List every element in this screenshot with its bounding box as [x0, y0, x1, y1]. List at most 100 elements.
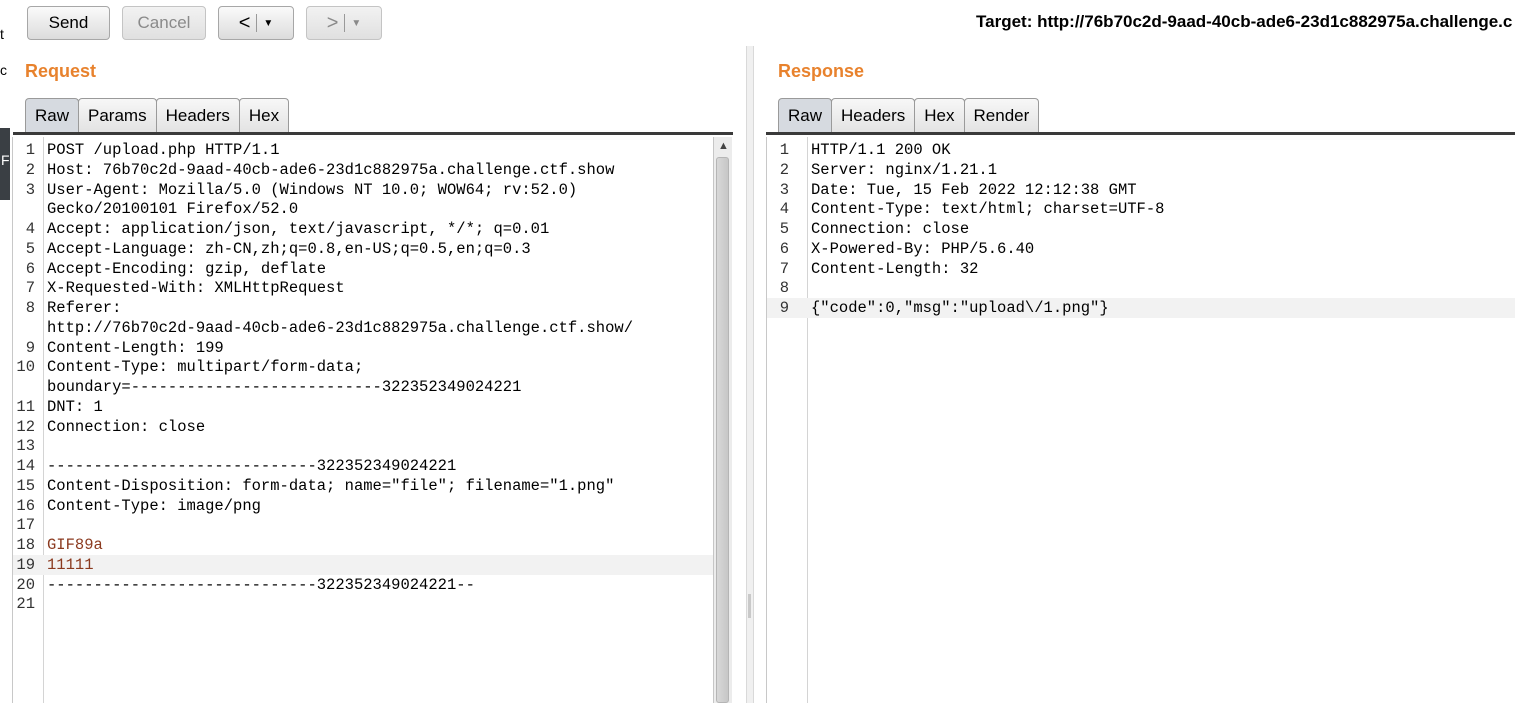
tab-label: Hex — [248, 105, 280, 125]
editor-line: 1 POST /upload.php HTTP/1.1 — [13, 140, 714, 160]
line-number: 6 — [25, 259, 35, 278]
line-number: 3 — [779, 180, 789, 199]
line-text: -----------------------------32235234902… — [47, 457, 457, 475]
request-pane-title: Request — [25, 61, 97, 81]
edge-char: t — [0, 26, 4, 42]
line-number: 6 — [779, 239, 789, 258]
editor-line: 7 Content-Length: 32 — [767, 259, 1515, 279]
line-text: Accept-Encoding: gzip, deflate — [47, 259, 327, 278]
line-text: http://76b70c2d-9aad-40cb-ade6-23d1c8829… — [47, 318, 633, 337]
window-edge: t c F — [0, 0, 10, 703]
tab-label: Raw — [788, 105, 823, 125]
cancel-button[interactable]: Cancel — [122, 6, 206, 40]
response-pane-title: Response — [778, 61, 865, 81]
line-text: Server: nginx/1.21.1 — [811, 160, 998, 179]
editor-line: 13 — [13, 436, 714, 456]
editor-line: 4 Accept: application/json, text/javascri… — [13, 219, 714, 239]
editor-line: 6 Accept-Encoding: gzip, deflate — [13, 259, 714, 279]
request-tab-params[interactable]: Params — [78, 98, 157, 132]
request-editor[interactable]: 1 POST /upload.php HTTP/1.1 2 Host: 76b70c2… — [12, 137, 714, 703]
tab-label: Hex — [924, 105, 955, 125]
response-tab-render[interactable]: Render — [963, 98, 1040, 132]
line-number: 5 — [779, 220, 789, 238]
line-number: 14 — [16, 457, 35, 475]
line-text: X-Powered-By: PHP/5.6.40 — [811, 239, 1035, 258]
editor-line: 18 GIF89a — [13, 535, 714, 555]
target-url[interactable]: Target: http://76b70c2d-9aad-40cb-ade6-2… — [976, 12, 1512, 32]
line-number: 2 — [779, 160, 789, 179]
line-number: 13 — [16, 437, 35, 456]
line-text: Content-Type: image/png — [47, 496, 261, 515]
line-number: 16 — [16, 496, 35, 515]
scroll-up-icon[interactable]: ▲ — [718, 140, 729, 152]
response-tab-bar: Raw Headers Hex Render — [778, 98, 1040, 132]
line-text: Referer: — [47, 299, 122, 317]
tab-label: Headers — [165, 105, 230, 125]
send-label: Send — [48, 13, 89, 32]
editor-line: 12 Connection: close — [13, 417, 714, 437]
line-number: 9 — [779, 299, 789, 317]
edge-dark-bar: F — [0, 128, 10, 200]
line-text: Content-Length: 32 — [811, 259, 979, 278]
editor-line: 7 X-Requested-With: XMLHttpRequest — [13, 278, 714, 298]
line-text: User-Agent: Mozilla/5.0 (Windows NT 10.0… — [47, 180, 578, 199]
line-text: Content-Length: 199 — [47, 338, 224, 357]
line-number: 4 — [779, 200, 789, 219]
editor-line: 10 Content-Type: multipart/form-data; — [13, 357, 714, 377]
back-history-button[interactable]: < ▼ — [218, 6, 294, 40]
response-tab-hex[interactable]: Hex — [914, 98, 965, 132]
line-text: Accept: application/json, text/javascrip… — [47, 220, 550, 238]
editor-line: 9 Content-Length: 199 — [13, 338, 714, 358]
line-number: 5 — [25, 239, 35, 258]
line-text: {"code":0,"msg":"upload\/1.png"} — [811, 299, 1109, 317]
pane-splitter[interactable] — [746, 46, 754, 703]
line-number: 8 — [25, 299, 35, 317]
line-text: Accept-Language: zh-CN,zh;q=0.8,en-US;q=… — [47, 239, 531, 258]
editor-line: 16 Content-Type: image/png — [13, 496, 714, 516]
editor-line: http://76b70c2d-9aad-40cb-ade6-23d1c8829… — [13, 318, 714, 338]
splitter-grip[interactable] — [748, 594, 751, 618]
tab-label: Raw — [35, 105, 70, 125]
line-text: Host: 76b70c2d-9aad-40cb-ade6-23d1c88297… — [47, 160, 615, 179]
editor-line: 5 Connection: close — [767, 219, 1515, 239]
send-button[interactable]: Send — [27, 6, 110, 40]
forward-history-button[interactable]: > ▼ — [306, 6, 382, 40]
line-number: 3 — [25, 180, 35, 199]
editor-line: 8 Referer: — [13, 298, 714, 318]
request-scrollbar[interactable]: ▲ — [713, 137, 732, 703]
line-number: 20 — [16, 575, 35, 594]
line-text: GIF89a — [47, 536, 103, 554]
response-tab-headers[interactable]: Headers — [831, 98, 916, 132]
editor-line: 11 DNT: 1 — [13, 397, 714, 417]
request-tab-hex[interactable]: Hex — [238, 98, 290, 132]
request-tab-bar: Raw Params Headers Hex — [25, 98, 290, 132]
button-separator — [256, 14, 258, 32]
editor-line: 3 Date: Tue, 15 Feb 2022 12:12:38 GMT — [767, 180, 1515, 200]
line-text: Content-Type: multipart/form-data; — [47, 358, 364, 377]
line-number: 21 — [16, 595, 35, 614]
editor-line: 9 {"code":0,"msg":"upload\/1.png"} — [767, 298, 1515, 318]
line-number: 4 — [25, 220, 35, 238]
line-text: boundary=---------------------------3223… — [47, 378, 522, 396]
forward-arrow-icon: > — [326, 11, 339, 34]
line-text: Content-Disposition: form-data; name="fi… — [47, 476, 615, 495]
line-text: X-Requested-With: XMLHttpRequest — [47, 279, 345, 298]
line-text: 11111 — [47, 555, 94, 574]
response-tab-raw[interactable]: Raw — [778, 98, 833, 132]
request-tab-underline — [13, 132, 733, 135]
line-number: 17 — [16, 516, 35, 535]
line-text: Gecko/20100101 Firefox/52.0 — [47, 200, 299, 219]
line-number: 1 — [779, 141, 789, 159]
line-number: 1 — [25, 141, 35, 159]
line-text: HTTP/1.1 200 OK — [811, 141, 951, 159]
line-number: 7 — [25, 279, 35, 298]
request-tab-headers[interactable]: Headers — [155, 98, 240, 132]
line-number: 11 — [16, 397, 35, 416]
request-tab-raw[interactable]: Raw — [25, 98, 80, 132]
response-tab-underline — [766, 132, 1515, 135]
back-arrow-icon: < — [238, 11, 251, 34]
line-text: Connection: close — [811, 220, 970, 238]
scrollbar-thumb[interactable] — [716, 157, 729, 703]
response-editor[interactable]: 1 HTTP/1.1 200 OK 2 Server: nginx/1.21.1 3 Da… — [766, 137, 1515, 703]
dropdown-arrow-icon: ▼ — [351, 17, 362, 29]
